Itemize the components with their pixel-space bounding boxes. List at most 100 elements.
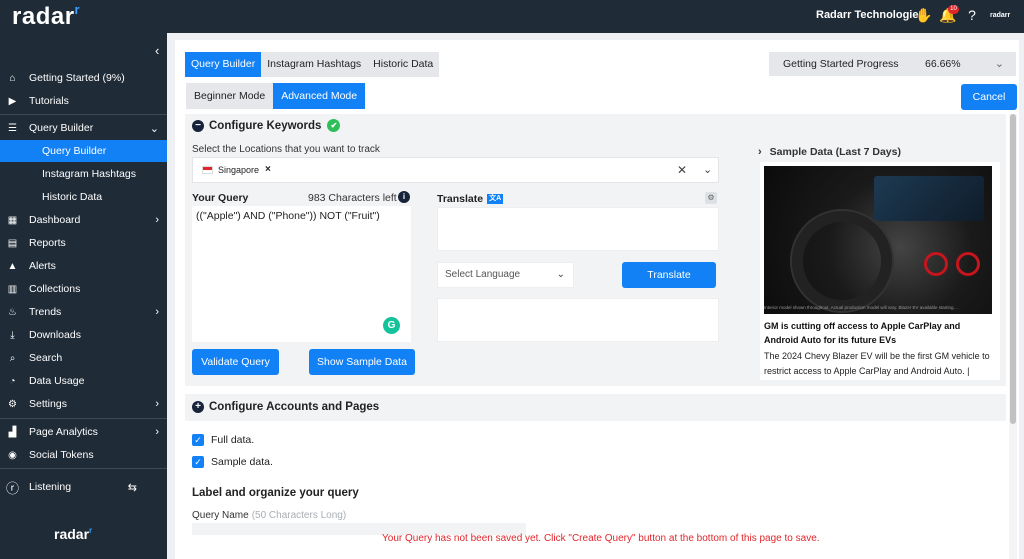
sidebar-item-social-tokens[interactable]: ◉ Social Tokens: [0, 444, 167, 466]
full-data-checkbox[interactable]: ✓ Full data.: [192, 434, 254, 446]
list-icon: ☰: [8, 122, 17, 134]
flame-icon: ♨: [8, 306, 17, 318]
hand-wave-icon[interactable]: ✋: [915, 7, 932, 23]
settings-icon[interactable]: ⚙: [705, 192, 717, 204]
sample-description: The 2024 Chevy Blazer EV will be the fir…: [764, 351, 990, 376]
switch-icon[interactable]: ⇆: [128, 481, 137, 494]
tab-historic-data[interactable]: Historic Data: [367, 52, 440, 77]
chevron-right-icon: ›: [155, 306, 159, 318]
chip-label: Singapore: [218, 164, 260, 175]
getting-started-progress[interactable]: Getting Started Progress 66.66% ⌄: [769, 52, 1016, 76]
sidebar-item-label: Alerts: [29, 260, 56, 272]
sidebar-item-label: Getting Started (9%): [29, 72, 125, 84]
home-icon: ⌂: [9, 72, 16, 84]
sidebar: ‹ ⌂ Getting Started (9%) ▶ Tutorials ☰ Q…: [0, 33, 167, 559]
top-bar: radarr Radarr Technologies ✋ 🔔 10 ? rada…: [0, 0, 1024, 33]
tab-advanced-mode[interactable]: Advanced Mode: [273, 83, 366, 109]
minus-circle-icon: −: [192, 119, 204, 132]
main-content: Query Builder Instagram Hashtags Histori…: [175, 40, 1019, 559]
label-organize-heading: Label and organize your query: [192, 487, 359, 499]
tab-query-builder[interactable]: Query Builder: [185, 52, 262, 77]
help-icon[interactable]: ?: [964, 7, 980, 23]
company-name[interactable]: Radarr Technologies: [816, 9, 925, 21]
query-name-label: Query Name (50 Characters Long): [192, 510, 347, 521]
mode-tabs: Beginner Mode Advanced Mode: [186, 83, 366, 109]
divider: [0, 468, 167, 469]
sidebar-item-data-usage[interactable]: ◔ Data Usage: [0, 370, 167, 392]
tab-instagram-hashtags[interactable]: Instagram Hashtags: [261, 52, 368, 77]
sample-data-title: Sample Data (Last 7 Days): [769, 146, 901, 158]
image-caption: Interior model shown throughout. Actual …: [764, 305, 959, 310]
sidebar-item-label: Reports: [29, 237, 66, 249]
divider: [0, 418, 167, 419]
location-chip: Singapore ×: [202, 164, 271, 175]
checkbox-checked-icon[interactable]: ✓: [192, 456, 204, 468]
chevron-right-icon: ›: [155, 426, 159, 438]
sidebar-item-label: Dashboard: [29, 214, 81, 226]
search-icon: ⌕: [9, 352, 16, 364]
sidebar-item-collections[interactable]: ▥ Collections: [0, 278, 167, 300]
sidebar-item-trends[interactable]: ♨ Trends ›: [0, 301, 167, 323]
translate-label: Translate 文A: [437, 193, 504, 205]
translate-button[interactable]: Translate: [622, 262, 716, 288]
sidebar-item-downloads[interactable]: ⤓ Downloads: [0, 324, 167, 346]
validate-query-button[interactable]: Validate Query: [192, 349, 279, 375]
sidebar-item-alerts[interactable]: ▲ Alerts: [0, 255, 167, 277]
checkbox-checked-icon[interactable]: ✓: [192, 434, 204, 446]
sidebar-item-settings[interactable]: ⚙ Settings ›: [0, 393, 167, 415]
unsaved-warning: Your Query has not been saved yet. Click…: [382, 533, 820, 544]
sidebar-item-query-builder[interactable]: ☰ Query Builder ⌄: [0, 117, 167, 139]
configure-keywords-header[interactable]: − Configure Keywords ✔: [192, 119, 341, 132]
sidebar-item-label: Search: [29, 352, 63, 364]
steering-wheel: [792, 211, 892, 311]
scrollbar-thumb[interactable]: [1010, 114, 1016, 424]
clear-icon[interactable]: ✕: [677, 163, 687, 177]
sample-data-card[interactable]: Interior model shown throughout. Actual …: [760, 162, 1000, 380]
sidebar-item-page-analytics[interactable]: ▟ Page Analytics ›: [0, 421, 167, 443]
sidebar-subitem-instagram-hashtags[interactable]: Instagram Hashtags: [0, 163, 167, 185]
singapore-flag-icon: [202, 165, 213, 174]
sample-data-checkbox[interactable]: ✓ Sample data.: [192, 456, 273, 468]
sample-image: [764, 166, 992, 314]
translation-output[interactable]: [437, 298, 719, 342]
sample-data-header[interactable]: › Sample Data (Last 7 Days): [758, 146, 901, 158]
sidebar-item-label: Social Tokens: [29, 449, 94, 461]
chevron-down-icon: ⌄: [994, 58, 1004, 70]
check-circle-icon: ✔: [327, 119, 341, 132]
brand-logo[interactable]: radarr: [12, 2, 80, 31]
chevron-right-icon: ›: [155, 398, 159, 410]
small-logo: radarr: [990, 12, 1011, 19]
report-icon: ▤: [7, 237, 18, 249]
cancel-button[interactable]: Cancel: [961, 84, 1017, 110]
grammarly-icon[interactable]: G: [383, 317, 400, 334]
sidebar-subitem-historic-data[interactable]: Historic Data: [0, 186, 167, 208]
notification-badge: 10: [948, 5, 959, 14]
collapse-sidebar-icon[interactable]: ‹: [155, 43, 159, 58]
sidebar-item-getting-started[interactable]: ⌂ Getting Started (9%): [0, 67, 167, 89]
gauge-icon: ◔: [9, 375, 16, 387]
remove-chip-icon[interactable]: ×: [265, 164, 271, 175]
location-select[interactable]: Singapore × ✕ ⌄: [192, 157, 719, 183]
chevron-down-icon[interactable]: ⌄: [703, 163, 712, 176]
sidebar-subitem-query-builder[interactable]: Query Builder: [0, 140, 167, 162]
analytics-icon: ▟: [8, 426, 17, 438]
sidebar-item-reports[interactable]: ▤ Reports: [0, 232, 167, 254]
tab-beginner-mode[interactable]: Beginner Mode: [186, 83, 274, 109]
listening-icon: ⓡ: [6, 480, 20, 496]
progress-value: 66.66%: [925, 58, 961, 70]
translate-input[interactable]: [437, 207, 719, 251]
sidebar-item-label: Downloads: [29, 329, 81, 341]
sidebar-item-search[interactable]: ⌕ Search: [0, 347, 167, 369]
sidebar-item-listening[interactable]: ⓡ Listening ⇆: [0, 476, 167, 498]
sidebar-item-label: Tutorials: [29, 95, 69, 107]
configure-accounts-header[interactable]: + Configure Accounts and Pages: [192, 401, 379, 413]
show-sample-data-button[interactable]: Show Sample Data: [309, 349, 415, 375]
sidebar-item-dashboard[interactable]: ▦ Dashboard ›: [0, 209, 167, 231]
info-icon[interactable]: i: [398, 191, 410, 203]
sidebar-item-tutorials[interactable]: ▶ Tutorials: [0, 90, 167, 112]
query-name-hint: (50 Characters Long): [251, 510, 347, 521]
language-select[interactable]: Select Language ⌄: [437, 262, 574, 288]
sample-headline: GM is cutting off access to Apple CarPla…: [764, 321, 961, 345]
query-textarea[interactable]: (("Apple") AND ("Phone")) NOT ("Fruit"): [192, 206, 411, 342]
scrollbar[interactable]: [1009, 114, 1017, 559]
